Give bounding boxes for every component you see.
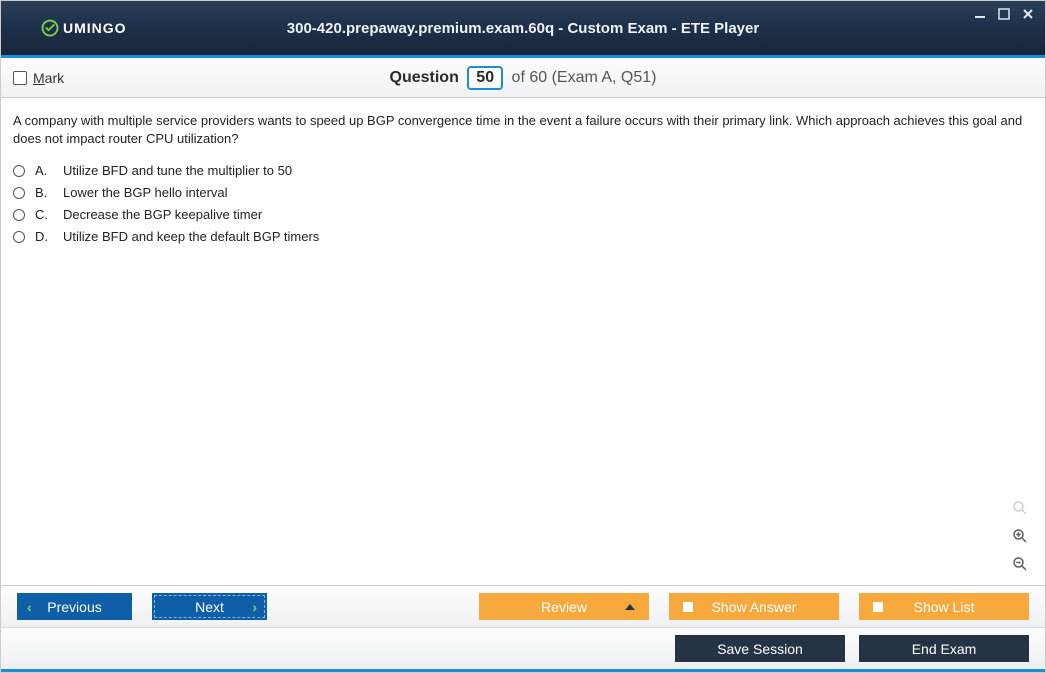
question-content: A company with multiple service provider… xyxy=(1,98,1045,585)
zoom-tools xyxy=(1009,497,1031,575)
show-list-button[interactable]: Show List xyxy=(859,593,1029,620)
previous-button[interactable]: ‹ Previous xyxy=(17,593,132,620)
save-session-button[interactable]: Save Session xyxy=(675,635,845,662)
close-icon[interactable] xyxy=(1021,7,1035,21)
square-icon xyxy=(873,602,883,612)
next-button[interactable]: Next › xyxy=(152,593,267,620)
logo-check-icon xyxy=(41,19,59,37)
show-answer-button[interactable]: Show Answer xyxy=(669,593,839,620)
question-number-box: 50 xyxy=(467,66,503,90)
square-icon xyxy=(683,602,693,612)
window-controls xyxy=(973,7,1035,21)
triangle-up-icon xyxy=(625,604,635,610)
minimize-icon[interactable] xyxy=(973,7,987,21)
app-logo: UMINGO xyxy=(41,19,127,37)
end-exam-button[interactable]: End Exam xyxy=(859,635,1029,662)
app-window: UMINGO 300-420.prepaway.premium.exam.60q… xyxy=(0,0,1046,673)
option-d[interactable]: D. Utilize BFD and keep the default BGP … xyxy=(13,229,1033,244)
radio-icon[interactable] xyxy=(13,187,25,199)
chevron-right-icon: › xyxy=(252,599,257,615)
options-list: A. Utilize BFD and tune the multiplier t… xyxy=(13,163,1033,244)
review-button[interactable]: Review xyxy=(479,593,649,620)
option-b[interactable]: B. Lower the BGP hello interval xyxy=(13,185,1033,200)
radio-icon[interactable] xyxy=(13,209,25,221)
radio-icon[interactable] xyxy=(13,165,25,177)
question-counter: Question 50 of 60 (Exam A, Q51) xyxy=(1,66,1045,90)
radio-icon[interactable] xyxy=(13,231,25,243)
zoom-out-icon[interactable] xyxy=(1009,553,1031,575)
window-title: 300-420.prepaway.premium.exam.60q - Cust… xyxy=(1,20,1045,37)
logo-text: UMINGO xyxy=(63,20,127,36)
bottom-border xyxy=(1,669,1045,672)
question-text: A company with multiple service provider… xyxy=(13,112,1033,147)
question-header: Mark Question 50 of 60 (Exam A, Q51) xyxy=(1,58,1045,98)
option-c[interactable]: C. Decrease the BGP keepalive timer xyxy=(13,207,1033,222)
option-a[interactable]: A. Utilize BFD and tune the multiplier t… xyxy=(13,163,1033,178)
search-zoom-icon[interactable] xyxy=(1009,497,1031,519)
maximize-icon[interactable] xyxy=(997,7,1011,21)
session-bar: Save Session End Exam xyxy=(1,627,1045,669)
nav-bar: ‹ Previous Next › Review Show Answer Sho… xyxy=(1,585,1045,627)
zoom-in-icon[interactable] xyxy=(1009,525,1031,547)
chevron-left-icon: ‹ xyxy=(27,599,32,615)
titlebar: UMINGO 300-420.prepaway.premium.exam.60q… xyxy=(1,1,1045,55)
